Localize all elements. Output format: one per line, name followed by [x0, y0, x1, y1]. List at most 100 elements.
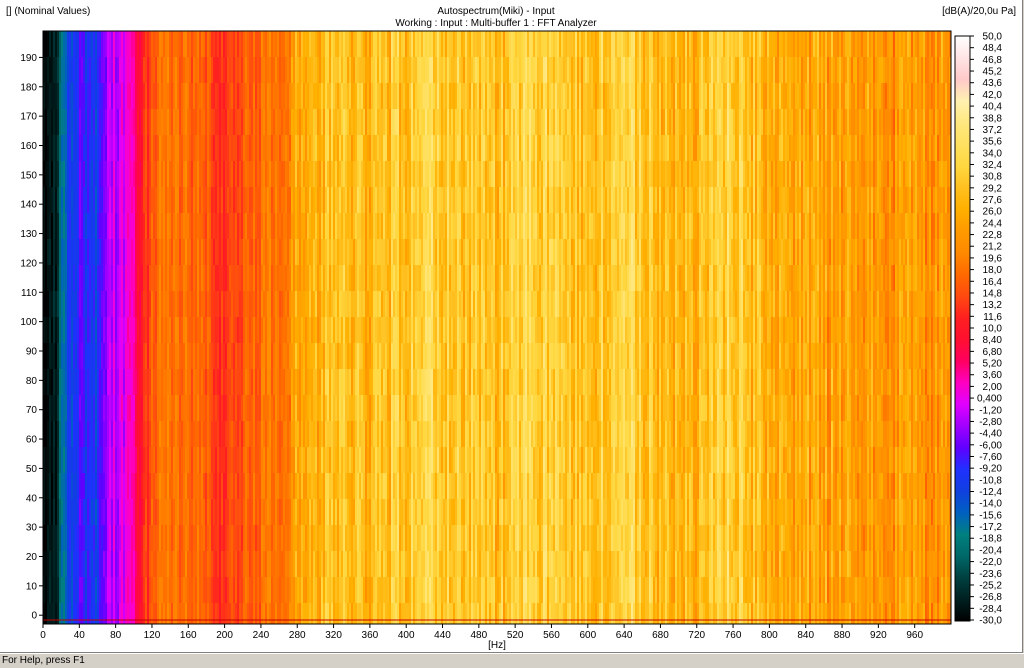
heatmap-cell	[379, 473, 382, 500]
heatmap-cell	[175, 135, 178, 162]
heatmap-cell	[255, 31, 258, 58]
heatmap-cell	[229, 525, 232, 552]
heatmap-cell	[123, 603, 126, 624]
heatmap-cell	[133, 31, 136, 58]
heatmap-cell	[177, 31, 180, 58]
heatmap-cell	[435, 83, 438, 110]
heatmap-cell	[371, 551, 374, 578]
heatmap-cell	[175, 31, 178, 58]
heatmap-cell	[219, 603, 222, 624]
heatmap-cell	[145, 31, 148, 58]
heatmap-cell	[175, 265, 178, 292]
heatmap-cell	[441, 109, 444, 136]
heatmap-cell	[319, 447, 322, 474]
heatmap-cell	[109, 395, 112, 422]
heatmap-cell	[67, 369, 70, 396]
heatmap-cell	[49, 343, 52, 370]
heatmap-cell	[105, 83, 108, 110]
heatmap-cell	[451, 317, 454, 344]
heatmap-cell	[423, 239, 426, 266]
heatmap-cell	[153, 421, 156, 448]
heatmap-cell	[53, 499, 56, 526]
heatmap-cell	[205, 499, 208, 526]
heatmap-cell	[331, 31, 334, 58]
heatmap-cell	[249, 161, 252, 188]
heatmap-cell	[329, 213, 332, 240]
heatmap-cell	[365, 265, 368, 292]
heatmap-cell	[273, 577, 276, 604]
heatmap-cell	[299, 525, 302, 552]
heatmap-cell	[349, 291, 352, 318]
heatmap-cell	[123, 161, 126, 188]
heatmap-cell	[187, 291, 190, 318]
heatmap-cell	[437, 187, 440, 214]
heatmap-cell	[299, 213, 302, 240]
heatmap-cell	[151, 551, 154, 578]
heatmap-cell	[407, 603, 410, 624]
heatmap-cell	[363, 603, 366, 624]
heatmap-cell	[191, 265, 194, 292]
heatmap-cell	[213, 135, 216, 162]
heatmap-cell	[309, 213, 312, 240]
heatmap-cell	[113, 265, 116, 292]
heatmap-cell	[45, 317, 48, 344]
heatmap-cell	[71, 421, 74, 448]
heatmap-cell	[299, 447, 302, 474]
heatmap-cell	[441, 239, 444, 266]
heatmap-cell	[47, 343, 50, 370]
heatmap-cell	[281, 187, 284, 214]
heatmap-cell	[227, 291, 230, 318]
heatmap-cell	[221, 265, 224, 292]
heatmap-cell	[421, 291, 424, 318]
heatmap-cell	[351, 213, 354, 240]
heatmap-cell	[321, 525, 324, 552]
heatmap-cell	[409, 213, 412, 240]
heatmap-cell	[339, 603, 342, 624]
heatmap-cell	[345, 525, 348, 552]
heatmap-cell	[357, 447, 360, 474]
heatmap-cell	[271, 187, 274, 214]
heatmap-cell	[165, 57, 168, 84]
heatmap-cell	[395, 187, 398, 214]
heatmap-cell	[217, 603, 220, 624]
heatmap-cell	[275, 551, 278, 578]
heatmap-cell	[343, 551, 346, 578]
heatmap-cell	[391, 447, 394, 474]
heatmap-cell	[59, 83, 62, 110]
heatmap-cell	[459, 187, 462, 214]
heatmap-cell	[111, 421, 114, 448]
heatmap-cell	[283, 421, 286, 448]
spectrogram-chart[interactable]: 0102030405060708090100110120130140150160…	[0, 0, 1022, 652]
heatmap-cell	[329, 135, 332, 162]
heatmap-cell	[467, 395, 470, 422]
heatmap-cell	[369, 109, 372, 136]
heatmap-cell	[265, 161, 268, 188]
heatmap-cell	[173, 603, 176, 624]
heatmap-cell	[365, 31, 368, 58]
heatmap-cell	[125, 265, 128, 292]
heatmap-cell	[81, 447, 84, 474]
heatmap-cell	[209, 499, 212, 526]
heatmap-cell	[273, 499, 276, 526]
heatmap-cell	[423, 577, 426, 604]
heatmap-cell	[283, 265, 286, 292]
heatmap-cell	[473, 603, 476, 624]
heatmap-cell	[473, 187, 476, 214]
heatmap-cell	[267, 603, 270, 624]
heatmap-cell	[457, 213, 460, 240]
heatmap-cell	[47, 83, 50, 110]
heatmap-cell	[347, 291, 350, 318]
heatmap-cell	[419, 31, 422, 58]
heatmap-cell	[407, 135, 410, 162]
heatmap-cell	[63, 603, 66, 624]
heatmap-cell	[411, 83, 414, 110]
heatmap-cell	[401, 499, 404, 526]
heatmap-image[interactable]	[43, 31, 951, 624]
heatmap-cell	[163, 291, 166, 318]
heatmap-cell	[269, 135, 272, 162]
heatmap-cell	[125, 161, 128, 188]
heatmap-cell	[261, 83, 264, 110]
heatmap-cell	[313, 551, 316, 578]
heatmap-cell	[275, 473, 278, 500]
heatmap-cell	[163, 577, 166, 604]
